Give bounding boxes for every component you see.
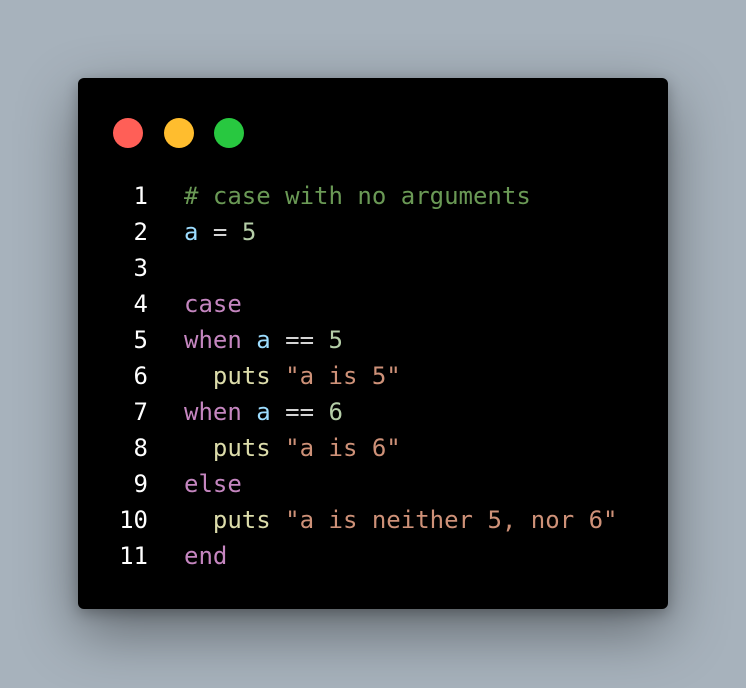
code-line: 10 puts "a is neither 5, nor 6" [78, 502, 668, 538]
code-block: 1 # case with no arguments 2 a = 5 3 4 case 5 wh… [78, 178, 668, 574]
token-operator [271, 434, 285, 462]
maximize-window-icon[interactable] [214, 118, 244, 148]
line-number: 2 [133, 218, 148, 246]
token-keyword: when [184, 398, 242, 426]
token-operator [271, 506, 285, 534]
line-number: 1 [133, 182, 148, 210]
token-comment: # case with no arguments [184, 182, 531, 210]
token-method: puts [212, 362, 271, 390]
code-line: 5 when a == 5 [78, 322, 668, 358]
token-keyword: end [184, 542, 228, 570]
code-text: else [184, 466, 242, 502]
token-keyword: else [184, 470, 242, 498]
token-string: "a is neither 5, nor 6" [285, 506, 618, 534]
token-method: puts [212, 434, 271, 462]
code-text: case [184, 286, 242, 322]
code-line: 3 [78, 250, 668, 286]
minimize-window-icon[interactable] [164, 118, 194, 148]
code-line: 7 when a == 6 [78, 394, 668, 430]
token-variable: a [256, 398, 271, 426]
token-operator: == [270, 326, 329, 354]
token-keyword: when [184, 326, 242, 354]
token-number: 5 [328, 326, 343, 354]
token-operator [242, 398, 256, 426]
line-number: 8 [133, 434, 148, 462]
token-operator [184, 506, 213, 534]
token-number: 6 [328, 398, 343, 426]
code-text: when a == 5 [184, 322, 343, 358]
line-number: 9 [133, 470, 148, 498]
code-line: 6 puts "a is 5" [78, 358, 668, 394]
code-text: puts "a is 6" [184, 430, 401, 466]
code-line: 9 else [78, 466, 668, 502]
token-string: "a is 6" [285, 434, 401, 462]
close-window-icon[interactable] [113, 118, 143, 148]
token-operator [271, 362, 285, 390]
line-number: 10 [119, 506, 148, 534]
code-text: puts "a is neither 5, nor 6" [184, 502, 618, 538]
code-line: 8 puts "a is 6" [78, 430, 668, 466]
line-number: 7 [133, 398, 148, 426]
code-text: when a == 6 [184, 394, 343, 430]
code-window: 1 # case with no arguments 2 a = 5 3 4 case 5 wh… [78, 78, 668, 609]
token-variable: a [184, 218, 199, 246]
line-number: 3 [133, 254, 148, 282]
line-number: 6 [133, 362, 148, 390]
token-number: 5 [241, 218, 257, 246]
code-line: 11 end [78, 538, 668, 574]
token-operator: == [270, 398, 329, 426]
token-operator [184, 434, 213, 462]
code-text: end [184, 538, 227, 574]
code-text: # case with no arguments [184, 178, 531, 214]
line-number: 5 [133, 326, 148, 354]
token-keyword: case [184, 290, 242, 318]
line-number: 4 [133, 290, 148, 318]
token-variable: a [256, 326, 271, 354]
line-number: 11 [119, 542, 148, 570]
code-line: 2 a = 5 [78, 214, 668, 250]
token-operator [242, 326, 256, 354]
token-method: puts [212, 506, 271, 534]
token-operator [184, 362, 213, 390]
code-text: a = 5 [184, 214, 256, 250]
code-line: 1 # case with no arguments [78, 178, 668, 214]
token-string: "a is 5" [285, 362, 401, 390]
code-line: 4 case [78, 286, 668, 322]
code-text: puts "a is 5" [184, 358, 401, 394]
token-operator: = [198, 218, 242, 246]
